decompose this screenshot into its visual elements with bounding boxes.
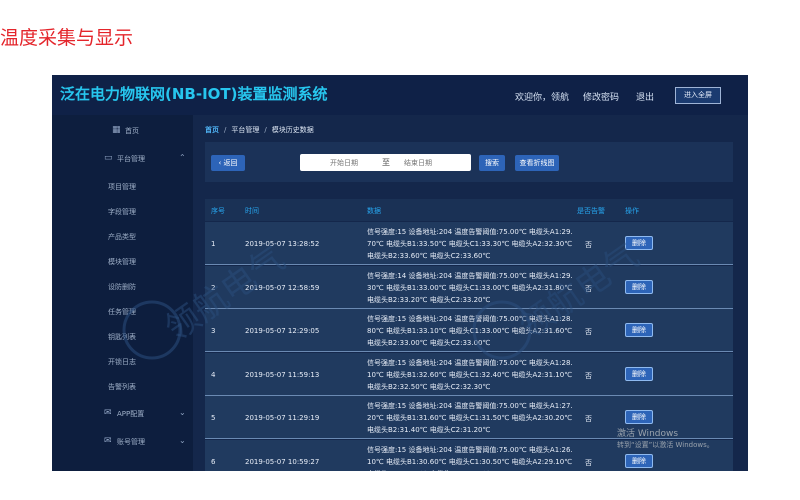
row-index: 4 <box>211 370 216 379</box>
start-date-input[interactable] <box>330 154 374 171</box>
row-time: 2019-05-07 11:59:13 <box>245 370 320 379</box>
delete-button[interactable]: 删除 <box>625 453 653 468</box>
table-row: 4 2019-05-07 11:59:13 信号强度:15 设备地址:204 温度告… <box>205 352 733 396</box>
delete-button[interactable]: 删除 <box>625 279 653 294</box>
sidebar-item-alarms[interactable]: 告警列表 <box>52 382 193 392</box>
row-time: 2019-05-07 12:29:05 <box>245 327 320 335</box>
row-alarm-status: 否 <box>585 415 592 423</box>
sidebar-item-product-type[interactable]: 产品类型 <box>52 232 193 242</box>
sidebar-item-arm-disarm[interactable]: 设防删防 <box>52 282 193 292</box>
sidebar-item-field[interactable]: 字段管理 <box>52 207 193 217</box>
page-caption: 温度采集与显示 <box>0 27 134 49</box>
row-time: 2019-05-07 13:28:52 <box>245 240 320 248</box>
row-data: 信号强度:14 设备地址:204 温度告警阈值:75.00℃ 电缆头A1:29.… <box>367 271 573 304</box>
column-header-no: 序号 <box>211 207 225 215</box>
sidebar-group-label: APP配置 <box>117 410 145 418</box>
top-header: 泛在电力物联网(NB-IOT)装置监测系统 欢迎你，领航 修改密码 退出 进入全… <box>52 75 748 115</box>
column-header-alarm: 是否告警 <box>577 207 605 215</box>
row-time: 2019-05-07 10:59:27 <box>245 457 320 466</box>
row-alarm-status: 否 <box>585 328 592 336</box>
search-button[interactable]: 搜索 <box>479 155 505 171</box>
column-header-action: 操作 <box>625 207 639 215</box>
row-alarm-status: 否 <box>585 371 592 380</box>
sidebar-item-unlock-log[interactable]: 开锁日志 <box>52 357 193 367</box>
windows-activation-title: 激活 Windows <box>617 429 679 439</box>
row-alarm-status: 否 <box>585 458 592 467</box>
breadcrumb-platform[interactable]: 平台管理 <box>231 126 259 134</box>
logout-link[interactable]: 退出 <box>636 90 654 103</box>
row-index: 2 <box>211 283 216 292</box>
breadcrumb-current: 模块历史数据 <box>271 126 314 134</box>
delete-button[interactable]: 删除 <box>625 323 653 337</box>
row-data: 信号强度:15 设备地址:204 温度告警阈值:75.00℃ 电缆头A1:26.… <box>367 445 573 472</box>
sidebar-group-label: 账号管理 <box>117 438 145 446</box>
back-label: 返回 <box>223 159 238 167</box>
chevron-up-icon: ⌃ <box>179 153 186 162</box>
delete-button[interactable]: 删除 <box>625 236 653 250</box>
range-separator: 至 <box>382 158 390 167</box>
date-range-picker[interactable]: 至 <box>300 154 471 171</box>
filter-panel: ‹ 返回 至 搜索 查看折线图 <box>205 142 733 182</box>
table-row: 2 2019-05-07 12:58:59 信号强度:14 设备地址:204 温度告… <box>205 265 733 309</box>
row-data: 信号强度:15 设备地址:204 温度告警阈值:75.00℃ 电缆头A1:28.… <box>367 358 573 391</box>
row-index: 3 <box>211 327 216 335</box>
view-chart-button[interactable]: 查看折线图 <box>515 155 559 171</box>
fullscreen-button[interactable]: 进入全屏 <box>675 87 721 104</box>
delete-button[interactable]: 删除 <box>625 410 653 424</box>
sidebar-item-task[interactable]: 任务管理 <box>52 307 193 317</box>
table-header: 序号 时间 数据 是否告警 操作 <box>205 199 733 221</box>
delete-button[interactable]: 删除 <box>625 366 653 381</box>
sidebar: ▦ 首页 ▭ 平台管理 ⌃ 项目管理 字段管理 产品类型 模块管理 设防删防 任… <box>52 115 193 471</box>
sidebar-group-label: 平台管理 <box>117 155 145 163</box>
row-index: 6 <box>211 457 216 466</box>
breadcrumb-separator: / <box>264 126 267 134</box>
row-time: 2019-05-07 12:58:59 <box>245 283 320 292</box>
windows-activation-subtitle: 转到“设置”以激活 Windows。 <box>617 441 714 449</box>
main-content: 首页 / 平台管理 / 模块历史数据 ‹ 返回 至 搜索 查看折线图 序号 时间 数据 … <box>193 115 748 471</box>
grid-icon: ▦ <box>112 125 121 135</box>
row-alarm-status: 否 <box>585 284 592 293</box>
breadcrumb-separator: / <box>224 126 227 134</box>
column-header-data: 数据 <box>367 207 381 215</box>
row-data: 信号强度:15 设备地址:204 温度告警阈值:75.00℃ 电缆头A1:29.… <box>367 228 573 260</box>
chevron-down-icon: ⌄ <box>179 408 186 417</box>
row-index: 5 <box>211 414 216 422</box>
table-row: 3 2019-05-07 12:29:05 信号强度:15 设备地址:204 温度告… <box>205 309 733 352</box>
app-window: 泛在电力物联网(NB-IOT)装置监测系统 欢迎你，领航 修改密码 退出 进入全… <box>52 75 748 471</box>
monitor-icon: ▭ <box>104 153 113 163</box>
sidebar-item-label: 首页 <box>125 127 139 135</box>
chevron-down-icon: ⌄ <box>179 436 186 445</box>
back-button[interactable]: ‹ 返回 <box>211 155 245 171</box>
breadcrumb-home[interactable]: 首页 <box>205 126 219 134</box>
table-row: 1 2019-05-07 13:28:52 信号强度:15 设备地址:204 温度告… <box>205 222 733 265</box>
system-title: 泛在电力物联网(NB-IOT)装置监测系统 <box>60 85 328 103</box>
sidebar-item-keys[interactable]: 钥匙列表 <box>52 332 193 342</box>
column-header-time: 时间 <box>245 207 259 215</box>
row-index: 1 <box>211 240 216 248</box>
row-time: 2019-05-07 11:29:19 <box>245 414 320 422</box>
row-data: 信号强度:15 设备地址:204 温度告警阈值:75.00℃ 电缆头A1:28.… <box>367 315 573 347</box>
row-data: 信号强度:15 设备地址:204 温度告警阈值:75.00℃ 电缆头A1:27.… <box>367 402 573 434</box>
sidebar-item-module[interactable]: 模块管理 <box>52 257 193 267</box>
sidebar-item-project[interactable]: 项目管理 <box>52 182 193 192</box>
welcome-text: 欢迎你，领航 <box>515 93 570 103</box>
breadcrumb: 首页 / 平台管理 / 模块历史数据 <box>205 125 314 135</box>
mail-icon: ✉ <box>104 408 112 418</box>
end-date-input[interactable] <box>404 154 448 171</box>
mail-icon: ✉ <box>104 436 112 446</box>
change-password-link[interactable]: 修改密码 <box>583 90 619 103</box>
row-alarm-status: 否 <box>585 241 592 249</box>
